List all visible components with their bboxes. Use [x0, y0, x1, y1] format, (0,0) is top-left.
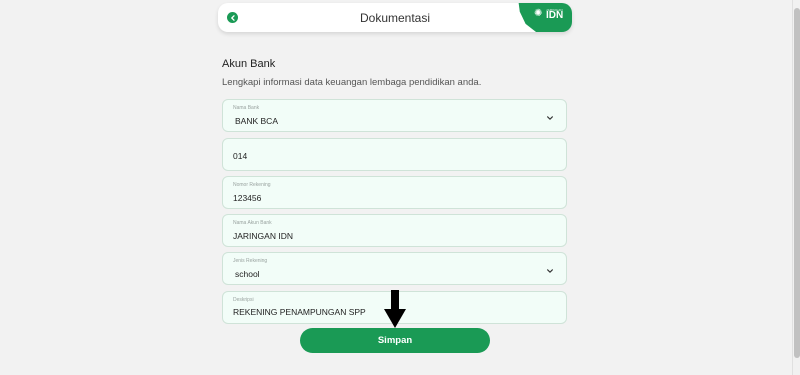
page-title: Dokumentasi: [359, 11, 431, 25]
account-name-field[interactable]: Nama Akun Bank JARINGAN IDN: [222, 214, 567, 247]
account-type-value: school: [235, 269, 260, 279]
sun-icon: ✺: [534, 8, 543, 19]
save-button[interactable]: Simpan: [300, 328, 490, 353]
scrollbar[interactable]: [792, 0, 800, 375]
chevron-down-icon: [547, 269, 553, 273]
bank-name-value: BANK BCA: [235, 116, 278, 126]
account-number-field[interactable]: Nomor Rekening 123456: [222, 176, 567, 209]
brand-name: IDN: [546, 10, 564, 21]
brand-logo: ✺ JARINGAN IDN: [518, 3, 572, 32]
description-label: Deskripsi: [233, 297, 254, 303]
scrollbar-thumb[interactable]: [794, 8, 800, 358]
account-type-select[interactable]: Jenis Rekening school: [222, 252, 567, 285]
section-title: Akun Bank: [222, 58, 276, 70]
account-name-value: JARINGAN IDN: [233, 231, 293, 241]
arrow-down-icon: [384, 290, 406, 328]
description-value: REKENING PENAMPUNGAN SPP: [233, 307, 366, 317]
section-description: Lengkapi informasi data keuangan lembaga…: [222, 77, 482, 88]
bank-code-value: 014: [233, 151, 248, 161]
bank-name-label: Nama Bank: [233, 105, 260, 111]
bank-code-field[interactable]: 014: [222, 138, 567, 171]
account-name-label: Nama Akun Bank: [233, 220, 272, 226]
account-type-label: Jenis Rekening: [233, 258, 268, 264]
header-bar: Dokumentasi ✺ JARINGAN IDN: [218, 3, 572, 32]
bank-name-select[interactable]: Nama Bank BANK BCA: [222, 99, 567, 132]
account-number-value: 123456: [233, 193, 262, 203]
chevron-down-icon: [547, 116, 553, 120]
account-number-label: Nomor Rekening: [233, 182, 271, 188]
